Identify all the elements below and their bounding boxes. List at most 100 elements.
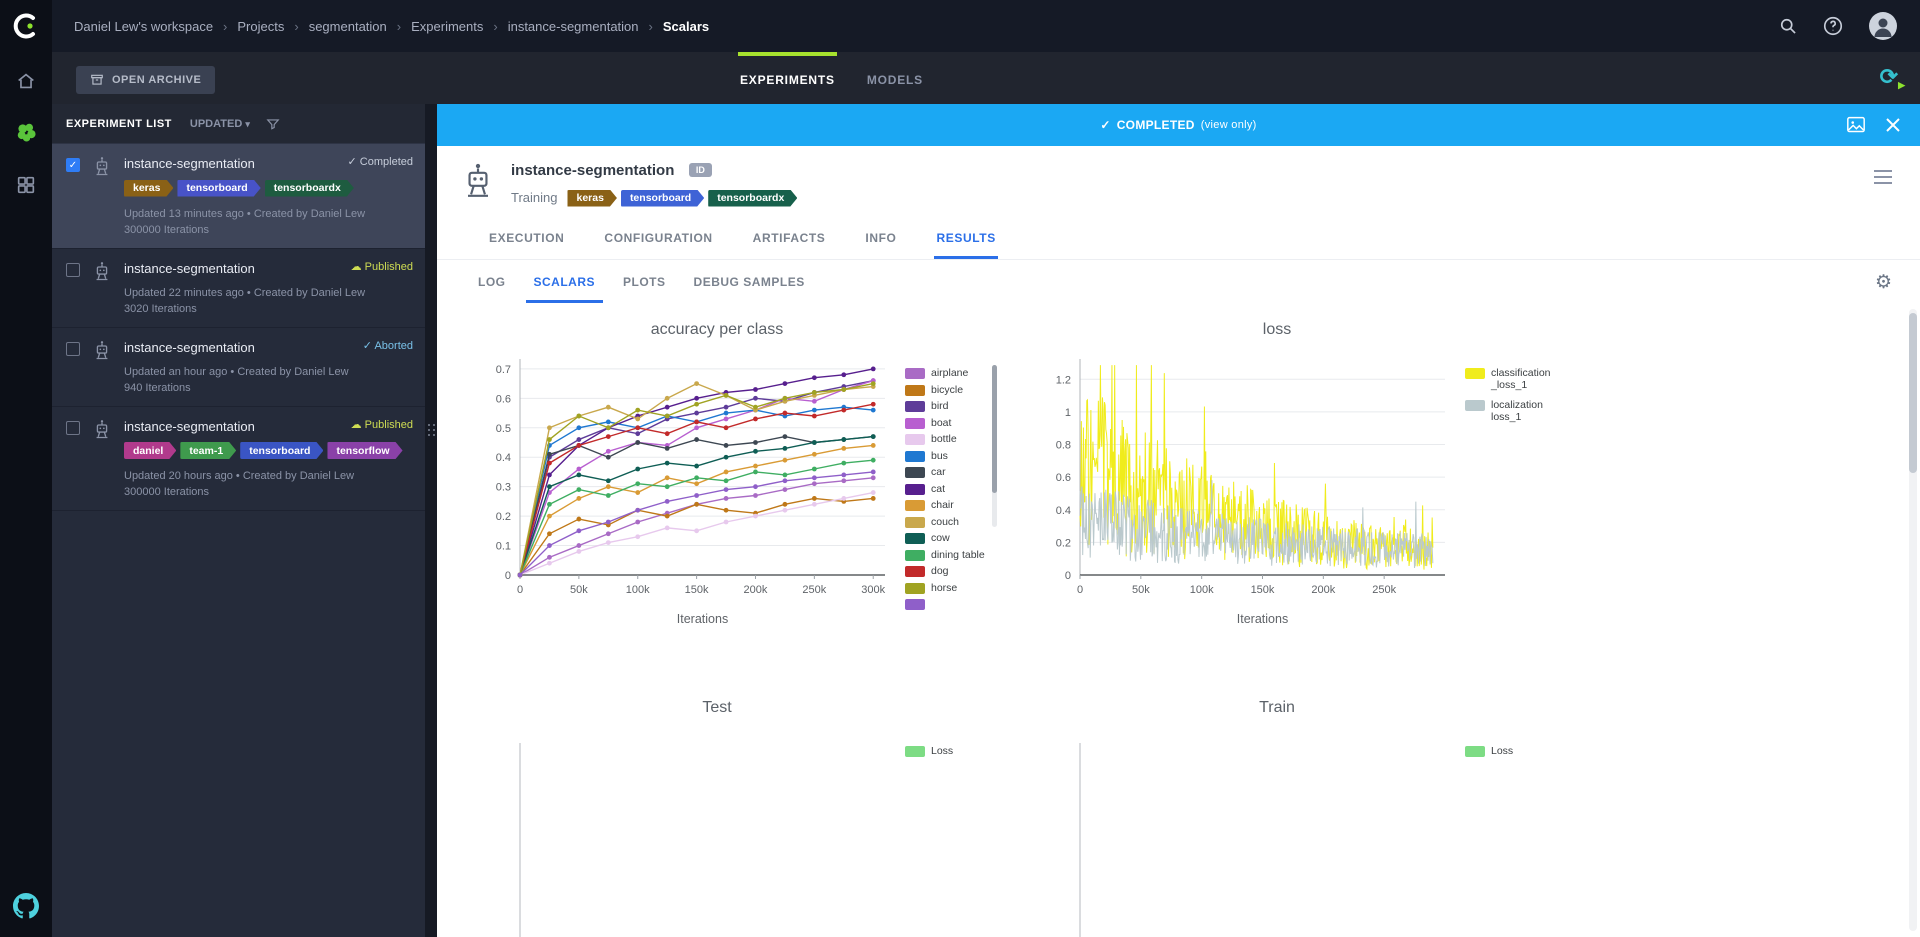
chart-plot-test[interactable] <box>437 729 897 937</box>
svg-text:Iterations: Iterations <box>1237 612 1288 626</box>
open-archive-label: OPEN ARCHIVE <box>112 74 201 86</box>
experiment-iterations: 940 Iterations <box>124 380 413 396</box>
legend-label: Loss <box>931 745 953 757</box>
legend-item-bicycle[interactable]: bicycle <box>905 384 997 396</box>
settings-gear-icon[interactable]: ⚙ <box>1875 271 1892 294</box>
legend-item-dining-table[interactable]: dining table <box>905 549 997 561</box>
experiment-checkbox[interactable] <box>66 263 80 277</box>
chart-legend: Loss <box>905 729 997 937</box>
legend-item-chair[interactable]: chair <box>905 499 997 511</box>
home-icon[interactable] <box>15 70 37 92</box>
legend-item-cow[interactable]: cow <box>905 532 997 544</box>
panel-resize-handle[interactable] <box>425 104 437 937</box>
legend-item-bottle[interactable]: bottle <box>905 433 997 445</box>
tab-results[interactable]: RESULTS <box>934 221 997 259</box>
refresh-icon[interactable]: ⟳▶ <box>1880 64 1898 90</box>
legend-swatch <box>905 517 925 528</box>
legend-scrollbar[interactable] <box>992 365 997 527</box>
svg-text:0: 0 <box>505 570 511 582</box>
github-icon[interactable] <box>13 893 39 919</box>
nav-tab-experiments[interactable]: EXPERIMENTS <box>738 52 837 104</box>
filter-icon[interactable] <box>266 117 280 131</box>
experiment-list-item[interactable]: instance-segmentationUpdated 22 minutes … <box>52 249 425 328</box>
avatar[interactable] <box>1868 11 1898 41</box>
subtab-plots[interactable]: PLOTS <box>615 265 674 303</box>
chart-plot-accuracy-per-class[interactable]: 00.10.20.30.40.50.60.7050k100k150k200k25… <box>437 351 897 651</box>
svg-text:0.6: 0.6 <box>496 393 511 405</box>
legend-swatch <box>905 500 925 511</box>
breadcrumb-item[interactable]: Experiments <box>411 19 483 34</box>
legend-item-unnamed[interactable] <box>905 598 997 610</box>
charts-scrollbar[interactable] <box>1909 309 1917 931</box>
chart-title-accuracy-per-class: accuracy per class <box>437 321 997 339</box>
experiment-iterations: 300000 Iterations <box>124 222 413 238</box>
legend-item-cat[interactable]: cat <box>905 483 997 495</box>
breadcrumb-separator: › <box>223 19 227 34</box>
deep-learning-icon[interactable] <box>13 120 39 146</box>
tag-team-1[interactable]: team-1 <box>180 442 236 459</box>
experiment-checkbox[interactable]: ✓ <box>66 158 80 172</box>
projects-grid-icon[interactable] <box>15 174 37 196</box>
subtab-scalars[interactable]: SCALARS <box>526 265 604 303</box>
chart-plot-train[interactable] <box>997 729 1457 937</box>
experiment-checkbox[interactable] <box>66 421 80 435</box>
legend-item-airplane[interactable]: airplane <box>905 367 997 379</box>
experiment-checkbox[interactable] <box>66 342 80 356</box>
tag-tensorboardx[interactable]: tensorboardx <box>708 190 797 207</box>
legend-item-bus[interactable]: bus <box>905 450 997 462</box>
tab-configuration[interactable]: CONFIGURATION <box>602 221 714 259</box>
legend-item-couch[interactable]: couch <box>905 516 997 528</box>
experiment-list-item[interactable]: ✓instance-segmentationkerastensorboardte… <box>52 144 425 249</box>
breadcrumb-item[interactable]: segmentation <box>309 19 387 34</box>
sort-by-updated[interactable]: UPDATED ▾ <box>190 118 250 130</box>
tag-daniel[interactable]: daniel <box>124 442 176 459</box>
id-badge[interactable]: ID <box>689 163 712 177</box>
subtab-debug-samples[interactable]: DEBUG SAMPLES <box>686 265 813 303</box>
clearml-logo[interactable] <box>0 0 52 52</box>
svg-text:0.4: 0.4 <box>1056 505 1071 517</box>
search-icon[interactable] <box>1778 16 1798 36</box>
legend-scrollbar-thumb[interactable] <box>992 365 997 493</box>
svg-text:50k: 50k <box>1132 584 1150 596</box>
tab-artifacts[interactable]: ARTIFACTS <box>751 221 828 259</box>
experiment-list-header: EXPERIMENT LIST UPDATED ▾ <box>52 104 425 144</box>
chart-train: TrainLoss <box>997 651 1557 937</box>
help-icon[interactable] <box>1822 15 1844 37</box>
legend-item-Loss[interactable]: Loss <box>1465 745 1557 757</box>
svg-text:200k: 200k <box>1311 584 1335 596</box>
legend-label: bird <box>931 400 949 412</box>
tag-tensorboard[interactable]: tensorboard <box>240 442 323 459</box>
legend-item-dog[interactable]: dog <box>905 565 997 577</box>
debug-images-icon[interactable] <box>1846 116 1866 134</box>
legend-item-localization[interactable]: localization loss_1 <box>1465 399 1557 423</box>
breadcrumb-item[interactable]: Daniel Lew's workspace <box>74 19 213 34</box>
tag-tensorboardx[interactable]: tensorboardx <box>265 180 354 197</box>
charts-scrollbar-thumb[interactable] <box>1909 313 1917 473</box>
legend-item-car[interactable]: car <box>905 466 997 478</box>
legend-item-classification[interactable]: classification _loss_1 <box>1465 367 1557 391</box>
legend-label: bus <box>931 450 948 462</box>
tag-keras[interactable]: keras <box>567 190 616 207</box>
legend-item-horse[interactable]: horse <box>905 582 997 594</box>
open-archive-button[interactable]: OPEN ARCHIVE <box>76 66 215 94</box>
breadcrumb-item[interactable]: instance-segmentation <box>508 19 639 34</box>
breadcrumb-item[interactable]: Scalars <box>663 19 709 34</box>
tag-tensorboard[interactable]: tensorboard <box>621 190 704 207</box>
experiment-list-item[interactable]: instance-segmentationUpdated an hour ago… <box>52 328 425 407</box>
tab-execution[interactable]: EXECUTION <box>487 221 566 259</box>
legend-item-Loss[interactable]: Loss <box>905 745 997 757</box>
menu-icon[interactable] <box>1874 170 1892 184</box>
tag-tensorflow[interactable]: tensorflow <box>327 442 402 459</box>
close-icon[interactable] <box>1886 118 1900 132</box>
nav-tab-models[interactable]: MODELS <box>865 52 925 104</box>
legend-item-bird[interactable]: bird <box>905 400 997 412</box>
tag-keras[interactable]: keras <box>124 180 173 197</box>
banner-check-icon: ✓ <box>1100 118 1110 132</box>
tag-tensorboard[interactable]: tensorboard <box>177 180 260 197</box>
experiment-list-item[interactable]: instance-segmentationdanielteam-1tensorb… <box>52 407 425 512</box>
subtab-log[interactable]: LOG <box>470 265 514 303</box>
breadcrumb-item[interactable]: Projects <box>237 19 284 34</box>
chart-plot-loss[interactable]: 00.20.40.60.811.2050k100k150k200k250kIte… <box>997 351 1457 651</box>
legend-item-boat[interactable]: boat <box>905 417 997 429</box>
tab-info[interactable]: INFO <box>863 221 898 259</box>
